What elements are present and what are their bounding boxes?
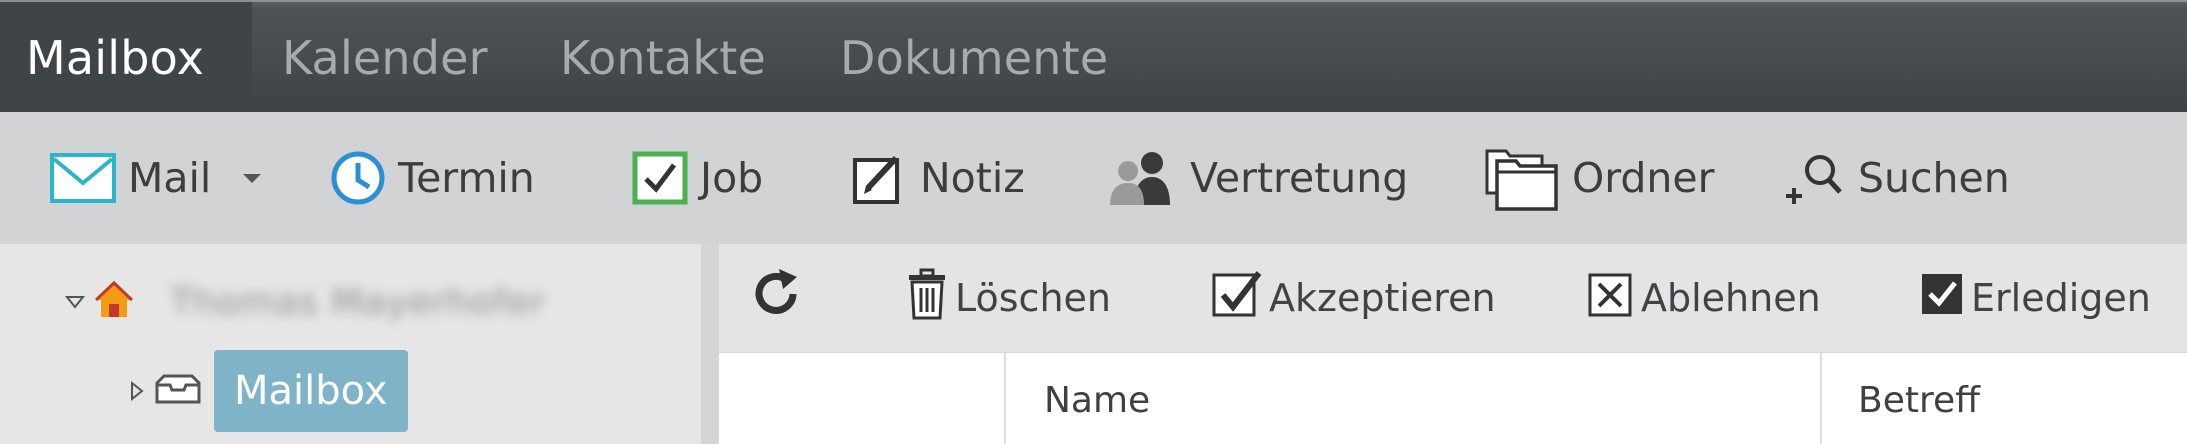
delete-button[interactable]: Löschen [905,244,1111,352]
checked-box-icon [1919,271,1965,326]
tab-dokumente[interactable]: Dokumente [814,2,1134,114]
column-header-name[interactable]: Name [1006,353,1822,444]
trash-icon [905,268,949,329]
new-mail-button[interactable]: Mail [50,112,263,244]
checkbox-icon [632,151,688,205]
loeschen-label: Löschen [955,276,1111,320]
chevron-down-icon[interactable] [241,171,263,185]
akzeptieren-label: Akzeptieren [1269,276,1496,320]
new-job-button[interactable]: Job [632,112,763,244]
refresh-icon [749,267,803,330]
collapsed-triangle-icon[interactable] [126,380,148,402]
ordner-label: Ordner [1572,154,1715,202]
erledigen-label: Erledigen [1971,276,2151,320]
tab-kontakte[interactable]: Kontakte [534,2,792,114]
app-tab-bar: Mailbox Kalender Kontakte Dokumente [0,0,2187,114]
mailbox-folder-selected[interactable]: Mailbox [214,350,408,432]
notiz-label: Notiz [920,154,1025,202]
home-icon [94,280,134,324]
panel-splitter[interactable] [701,244,719,444]
inbox-tray-icon [154,373,202,409]
message-action-bar: Löschen Akzeptieren Ablehnen Erledigen [719,244,2187,352]
suchen-label: Suchen [1858,154,2010,202]
folder-tree-panel: Thomas Mayerhofer Mailbox [0,244,701,444]
accept-button[interactable]: Akzeptieren [1211,244,1496,352]
people-icon [1108,149,1178,207]
tab-mailbox[interactable]: Mailbox [0,2,252,114]
message-list-header: Name Betreff [719,352,2187,444]
decline-button[interactable]: Ablehnen [1587,244,1821,352]
folders-icon [1484,143,1560,213]
tree-node-user[interactable]: Thomas Mayerhofer [64,274,546,330]
search-plus-icon [1782,148,1846,208]
new-appointment-button[interactable]: Termin [330,112,535,244]
cross-box-icon [1587,270,1635,327]
search-button[interactable]: Suchen [1782,112,2010,244]
termin-label: Termin [398,154,535,202]
new-note-button[interactable]: Notiz [852,112,1025,244]
tree-node-mailbox[interactable]: Mailbox [126,350,408,432]
column-betreff-label: Betreff [1858,380,1980,421]
ablehnen-label: Ablehnen [1641,276,1821,320]
clock-icon [330,150,386,206]
tab-kalender[interactable]: Kalender [256,2,514,114]
main-toolbar: Mail Termin Job Notiz Vertretung Ordner … [0,112,2187,244]
note-pencil-icon [852,150,908,206]
envelope-icon [50,153,116,203]
column-header-flags[interactable] [719,353,1006,444]
column-name-label: Name [1044,380,1151,421]
folder-button[interactable]: Ordner [1484,112,1715,244]
column-header-betreff[interactable]: Betreff [1822,353,2187,444]
mail-label: Mail [128,154,212,202]
job-label: Job [700,154,764,202]
expanded-triangle-icon[interactable] [64,291,86,313]
complete-button[interactable]: Erledigen [1919,244,2151,352]
check-box-icon [1211,269,1263,328]
vertretung-label: Vertretung [1190,154,1409,202]
delegation-button[interactable]: Vertretung [1108,112,1408,244]
user-name-blurred: Thomas Mayerhofer [170,281,547,323]
refresh-button[interactable] [749,244,803,352]
